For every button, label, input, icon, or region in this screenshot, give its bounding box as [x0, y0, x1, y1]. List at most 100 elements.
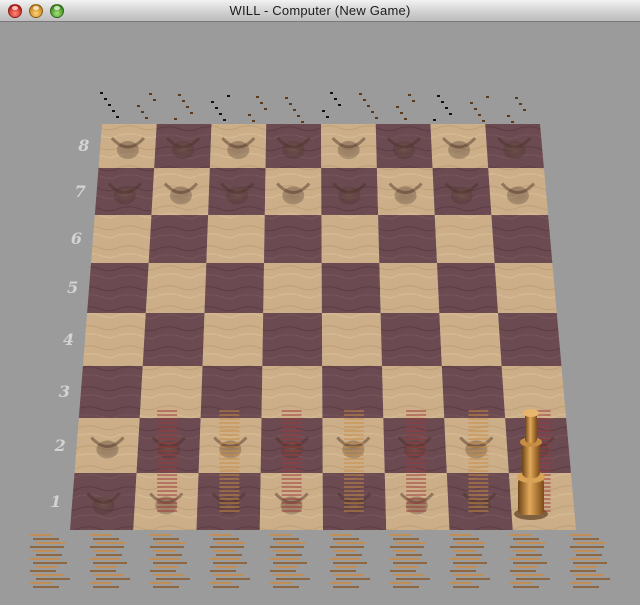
artifact-stripe — [468, 418, 489, 420]
board-square[interactable] — [378, 215, 438, 263]
artifact-speck — [116, 116, 119, 118]
board-square[interactable] — [491, 215, 553, 263]
artifact-stripe — [30, 534, 52, 536]
artifact-stripe — [90, 546, 124, 548]
artifact-stripe — [153, 538, 179, 540]
artifact-stripe — [406, 498, 427, 500]
game-window: WILL - Computer (New Game) 8 7 6 5 4 3 2… — [0, 0, 640, 605]
artifact-speck — [100, 92, 103, 94]
artifact-stripe — [153, 586, 179, 588]
board-square[interactable] — [206, 215, 265, 263]
artifact-stripe — [456, 554, 482, 556]
artifact-stripe — [396, 542, 426, 544]
board-square[interactable] — [82, 313, 146, 366]
rank-label: 5 — [67, 278, 79, 297]
board-square[interactable] — [379, 263, 440, 313]
artifact-stripe — [36, 542, 66, 544]
artifact-stripe — [219, 486, 240, 488]
artifact-stripe — [273, 562, 307, 564]
artifact-stripe — [336, 578, 370, 580]
board-square[interactable] — [321, 313, 383, 366]
artifact-stripe — [343, 462, 364, 464]
artifact-stripe — [281, 438, 302, 440]
artifact-stripe — [343, 474, 364, 476]
artifact-stripe — [468, 434, 489, 436]
artifact-stripe — [343, 414, 364, 416]
board-squares[interactable] — [70, 124, 576, 530]
artifact-stripe — [343, 430, 364, 432]
artifact-stripe — [96, 566, 118, 568]
artifact-stripe — [456, 578, 490, 580]
artifact-stripe — [468, 478, 489, 480]
artifact-speck — [371, 111, 374, 113]
artifact-speck — [445, 107, 448, 109]
artifact-stripe — [219, 470, 240, 472]
artifact-stripe — [343, 438, 364, 440]
artifact-stripe — [576, 578, 610, 580]
artifact-stripe — [281, 478, 302, 480]
artifact-stripe — [343, 410, 364, 412]
board-square[interactable] — [264, 215, 322, 263]
artifact-speck — [215, 107, 218, 109]
artifact-stripe — [406, 490, 427, 492]
artifact-stripe — [450, 534, 472, 536]
artifact-stripe — [343, 418, 364, 420]
board-square[interactable] — [148, 215, 209, 263]
artifact-stripe — [468, 442, 489, 444]
artifact-stripe — [210, 570, 236, 572]
board-square[interactable] — [494, 263, 557, 313]
artifact-stripe — [406, 494, 427, 496]
artifact-stripe — [150, 546, 184, 548]
board-square[interactable] — [262, 313, 323, 366]
board-square[interactable] — [87, 263, 149, 313]
artifact-stripe — [219, 474, 240, 476]
artifact-stripe — [576, 566, 598, 568]
board-square[interactable] — [202, 313, 264, 366]
artifact-stripe — [516, 566, 538, 568]
artifact-stripe — [406, 478, 427, 480]
board-square[interactable] — [204, 263, 265, 313]
artifact-speck — [359, 93, 362, 95]
artifact-stripe — [281, 454, 302, 456]
artifact-stripe — [343, 470, 364, 472]
artifact-stripe — [156, 554, 182, 556]
board-viewport[interactable]: 8 7 6 5 4 3 2 1 — [0, 22, 640, 605]
artifact-stripe — [330, 546, 364, 548]
artifact-stripe — [516, 554, 542, 556]
artifact-stripe — [36, 566, 58, 568]
board-square[interactable] — [321, 215, 380, 263]
board-square[interactable] — [91, 215, 152, 263]
board-square[interactable] — [263, 263, 322, 313]
artifact-speck — [186, 106, 189, 108]
artifact-stripe — [406, 430, 427, 432]
artifact-speck — [289, 103, 292, 105]
board-square[interactable] — [321, 263, 381, 313]
rank-label: 3 — [58, 382, 71, 401]
artifact-stripe — [281, 450, 302, 452]
board-square[interactable] — [145, 263, 207, 313]
artifact-stripe — [153, 574, 183, 576]
title-bar[interactable]: WILL - Computer (New Game) — [0, 0, 640, 22]
board-square[interactable] — [380, 313, 442, 366]
artifact-stripe — [468, 466, 489, 468]
artifact-stripe — [573, 586, 599, 588]
artifact-speck — [326, 116, 329, 118]
artifact-stripe — [343, 454, 364, 456]
board-square[interactable] — [439, 313, 502, 366]
chess-board-3d[interactable] — [0, 22, 640, 605]
board-square[interactable] — [434, 215, 495, 263]
artifact-stripe — [573, 574, 603, 576]
artifact-stripe — [406, 502, 427, 504]
artifact-stripe — [330, 534, 352, 536]
rank-label: 6 — [70, 229, 83, 248]
artifact-stripe — [456, 566, 478, 568]
artifact-stripe — [406, 470, 427, 472]
board-square[interactable] — [437, 263, 499, 313]
board-square[interactable] — [142, 313, 205, 366]
artifact-speck — [437, 95, 440, 97]
artifact-stripe — [157, 478, 178, 480]
artifact-stripe — [157, 430, 178, 432]
artifact-stripe — [406, 482, 427, 484]
board-square[interactable] — [78, 366, 143, 418]
board-square[interactable] — [498, 313, 562, 366]
